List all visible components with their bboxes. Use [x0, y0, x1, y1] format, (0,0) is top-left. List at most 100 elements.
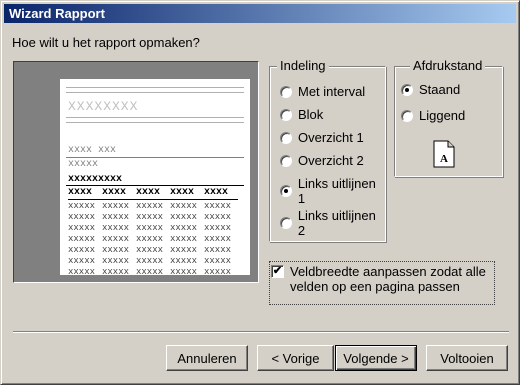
- radio-button[interactable]: [401, 109, 413, 122]
- preview-cell: xxxxx: [170, 267, 198, 275]
- preview-subheading-1: xxxx xxx: [68, 145, 117, 156]
- afdrukstand-option[interactable]: Staand: [401, 82, 460, 97]
- preview-cell: xxxxx: [68, 267, 96, 275]
- indeling-option[interactable]: Links uitlijnen 2: [280, 208, 385, 238]
- indeling-legend: Indeling: [277, 58, 329, 73]
- preview-row: xxxxx xxxxx xxxxx xxxxx xxxxx: [68, 201, 238, 212]
- preview-cell: xxxxx: [136, 212, 164, 222]
- portrait-page-letter: A: [440, 153, 448, 165]
- preview-cell: xxxxx: [170, 212, 198, 222]
- preview-cell: xxxxx: [68, 212, 96, 222]
- preview-row: xxxxx xxxxx xxxxx xxxxx xxxxx: [68, 245, 238, 256]
- preview-rule: [66, 185, 244, 186]
- indeling-option-label[interactable]: Met interval: [298, 84, 365, 99]
- indeling-option-label[interactable]: Links uitlijnen 1: [298, 176, 385, 206]
- preview-cell: xxxxx: [102, 256, 130, 266]
- preview-rule: [66, 122, 244, 123]
- preview-cell: xxxxx: [136, 245, 164, 255]
- preview-cell: xxxxx: [204, 234, 232, 244]
- fit-fields-label[interactable]: Veldbreedte aanpassen zodat alle velden …: [290, 264, 494, 294]
- portrait-page-icon: A: [433, 140, 455, 168]
- radio-button[interactable]: [280, 217, 292, 229]
- wizard-prompt: Hoe wilt u het rapport opmaken?: [12, 35, 200, 50]
- preview-cell: xxxxx: [102, 223, 130, 233]
- preview-cell: xxxxx: [170, 256, 198, 266]
- finish-button[interactable]: Voltooien: [426, 345, 508, 371]
- layout-preview: XXXXXXXX xxxx xxx xxxxx xxxxxxxxx xxxx x…: [13, 61, 259, 283]
- cancel-button[interactable]: Annuleren: [166, 345, 248, 371]
- radio-button[interactable]: [280, 85, 292, 98]
- indeling-option-label[interactable]: Overzicht 1: [298, 130, 364, 145]
- window-title: Wizard Rapport: [9, 6, 105, 21]
- preview-column-headers: xxxx xxxx xxxx xxxx xxxx: [68, 187, 238, 200]
- fit-fields-checkbox[interactable]: ✔: [271, 265, 284, 278]
- preview-cell: xxxxx: [136, 256, 164, 266]
- wizard-window: Wizard Rapport Hoe wilt u het rapport op…: [0, 0, 520, 385]
- preview-cell: xxxxx: [102, 267, 130, 275]
- indeling-option[interactable]: Blok: [280, 107, 323, 122]
- preview-subheading-2: xxxxx: [68, 159, 99, 170]
- preview-cell: xxxxx: [68, 245, 96, 255]
- radio-button[interactable]: [280, 108, 292, 121]
- preview-title: XXXXXXXX: [68, 99, 139, 114]
- preview-row: xxxxx xxxxx xxxxx xxxxx xxxxx: [68, 256, 238, 267]
- preview-row: xxxxx xxxxx xxxxx xxxxx xxxxx: [68, 267, 238, 275]
- preview-cell: xxxxx: [68, 234, 96, 244]
- radio-button[interactable]: [280, 131, 292, 144]
- preview-cell: xxxxx: [136, 223, 164, 233]
- preview-column-header: xxxx: [102, 187, 136, 200]
- indeling-option[interactable]: Overzicht 1: [280, 130, 364, 145]
- preview-cell: xxxxx: [102, 201, 130, 211]
- preview-cell: xxxxx: [204, 256, 232, 266]
- afdrukstand-option[interactable]: Liggend: [401, 108, 465, 123]
- preview-cell: xxxxx: [204, 245, 232, 255]
- preview-column-header: xxxx: [204, 187, 238, 200]
- preview-column-header: xxxx: [136, 187, 170, 200]
- indeling-option-label[interactable]: Overzicht 2: [298, 153, 364, 168]
- preview-cell: xxxxx: [204, 212, 232, 222]
- preview-cell: xxxxx: [102, 212, 130, 222]
- preview-rule: [66, 157, 244, 158]
- button-separator: [13, 331, 509, 333]
- preview-cell: xxxxx: [204, 223, 232, 233]
- indeling-option-label[interactable]: Blok: [298, 107, 323, 122]
- preview-row: xxxxx xxxxx xxxxx xxxxx xxxxx: [68, 234, 238, 245]
- preview-rule: [66, 117, 244, 118]
- radio-button[interactable]: [280, 185, 292, 197]
- preview-rows: xxxxx xxxxx xxxxx xxxxx xxxxx xxxxx xxxxx xxxxx…: [68, 201, 238, 275]
- indeling-group: Indeling Met interval Blok Overzicht 1 Over…: [269, 58, 386, 242]
- preview-cell: xxxxx: [102, 245, 130, 255]
- back-button[interactable]: < Vorige: [257, 345, 334, 371]
- preview-cell: xxxxx: [136, 234, 164, 244]
- preview-cell: xxxxx: [204, 201, 232, 211]
- preview-page: XXXXXXXX xxxx xxx xxxxx xxxxxxxxx xxxx x…: [60, 79, 250, 275]
- preview-group-heading: xxxxxxxxx: [68, 174, 123, 185]
- preview-cell: xxxxx: [170, 223, 198, 233]
- preview-row: xxxxx xxxxx xxxxx xxxxx xxxxx: [68, 212, 238, 223]
- fit-fields-option[interactable]: ✔ Veldbreedte aanpassen zodat alle velde…: [269, 261, 495, 305]
- preview-cell: xxxxx: [136, 201, 164, 211]
- indeling-option[interactable]: Met interval: [280, 84, 365, 99]
- afdrukstand-legend: Afdrukstand: [410, 58, 486, 73]
- title-bar[interactable]: Wizard Rapport: [4, 4, 516, 23]
- preview-cell: xxxxx: [68, 223, 96, 233]
- preview-cell: xxxxx: [68, 201, 96, 211]
- indeling-option[interactable]: Links uitlijnen 1: [280, 176, 385, 206]
- preview-cell: xxxxx: [136, 267, 164, 275]
- afdrukstand-group: Afdrukstand Staand Liggend A: [394, 58, 503, 177]
- preview-rule: [66, 92, 244, 93]
- next-button[interactable]: Volgende >: [335, 345, 417, 371]
- radio-button[interactable]: [401, 83, 413, 96]
- preview-cell: xxxxx: [68, 256, 96, 266]
- radio-button[interactable]: [280, 154, 292, 167]
- afdrukstand-option-label[interactable]: Staand: [419, 82, 460, 97]
- indeling-option-label[interactable]: Links uitlijnen 2: [298, 208, 385, 238]
- preview-column-header: xxxx: [170, 187, 204, 200]
- preview-cell: xxxxx: [204, 267, 232, 275]
- preview-cell: xxxxx: [102, 234, 130, 244]
- afdrukstand-option-label[interactable]: Liggend: [419, 108, 465, 123]
- preview-cell: xxxxx: [170, 201, 198, 211]
- preview-cell: xxxxx: [170, 245, 198, 255]
- preview-column-header: xxxx: [68, 187, 102, 200]
- indeling-option[interactable]: Overzicht 2: [280, 153, 364, 168]
